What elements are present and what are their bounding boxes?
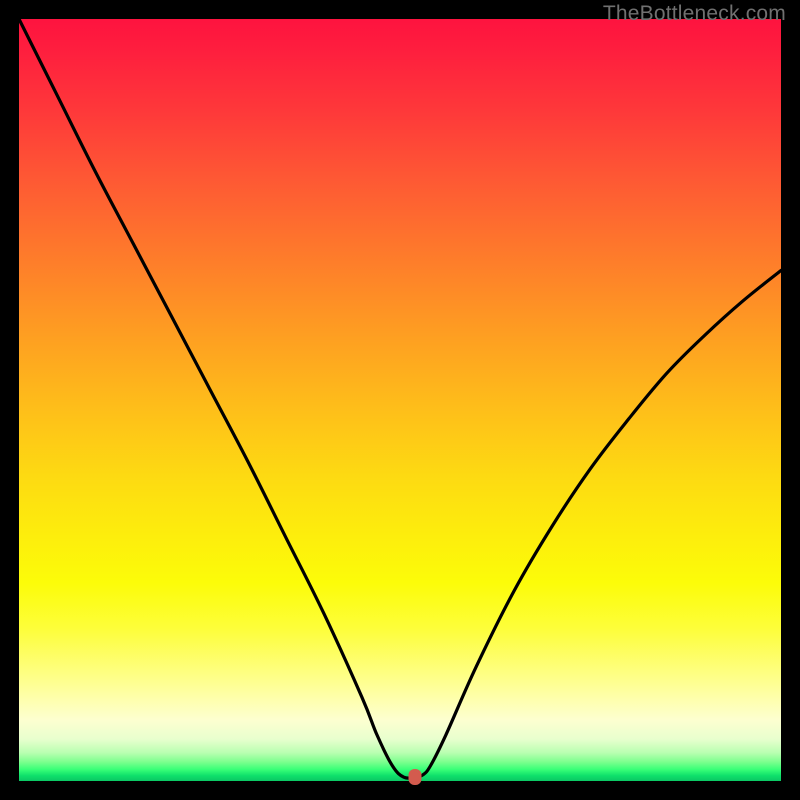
optimum-marker	[409, 769, 422, 785]
watermark-text: TheBottleneck.com	[603, 2, 786, 26]
chart-frame: TheBottleneck.com	[0, 0, 800, 800]
bottleneck-curve	[19, 19, 781, 781]
plot-area	[19, 19, 781, 781]
